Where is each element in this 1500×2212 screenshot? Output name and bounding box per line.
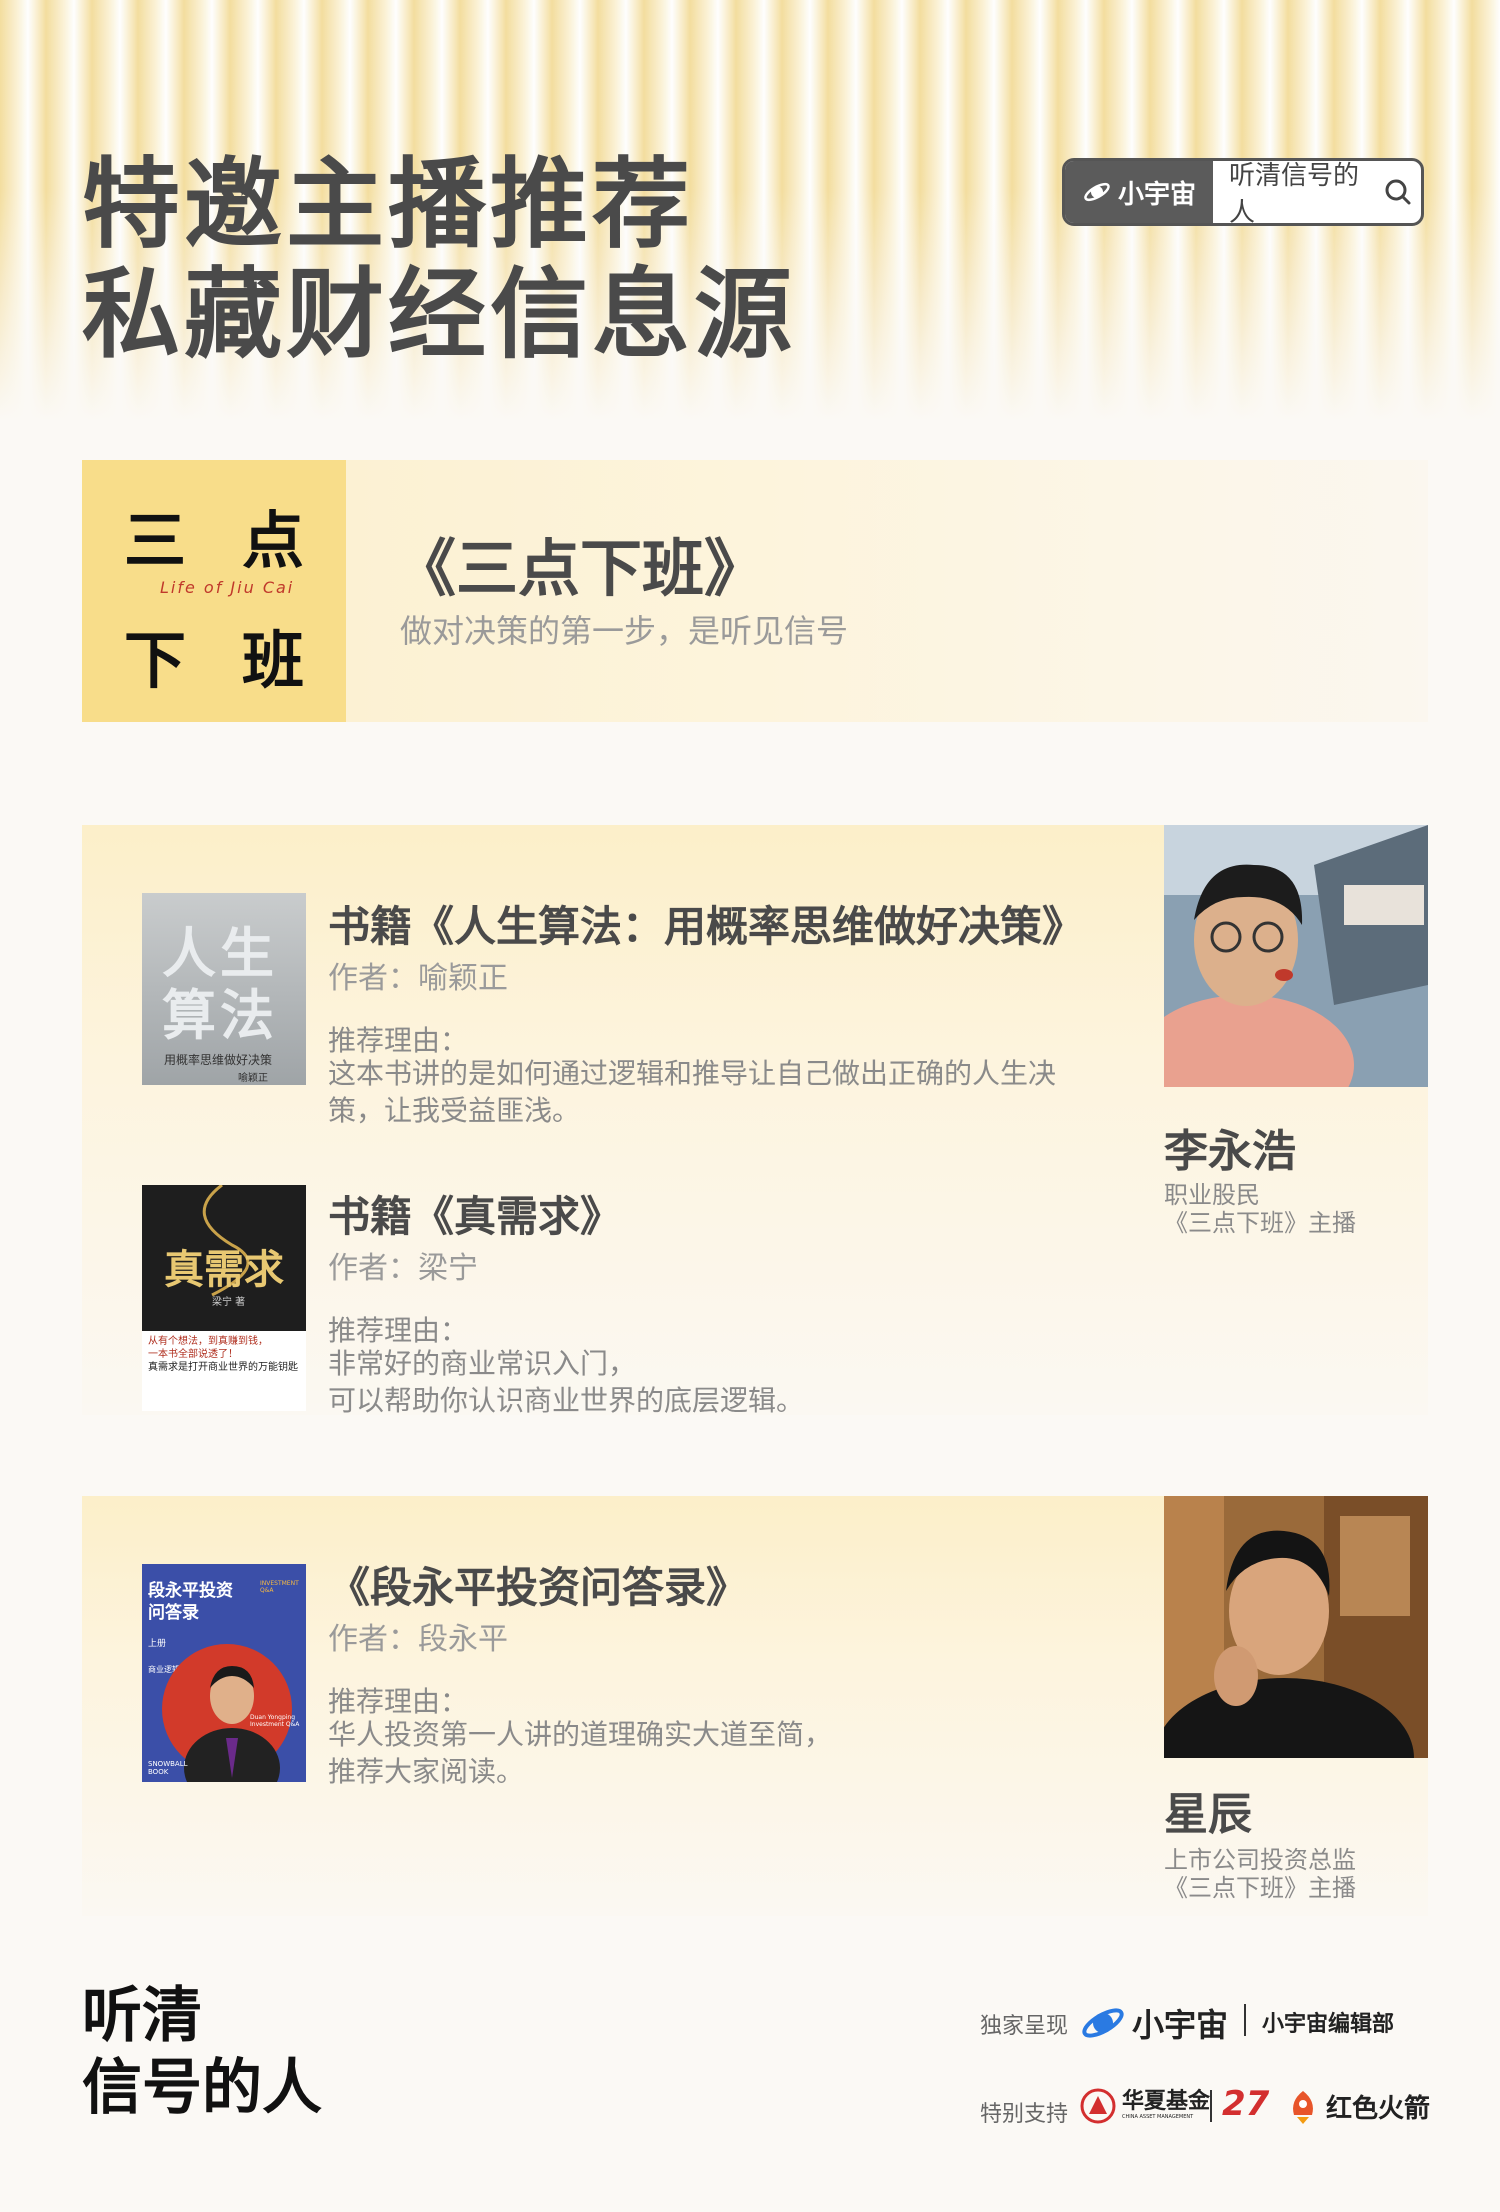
planet-icon — [1082, 2008, 1124, 2038]
search-brand: 小宇宙 — [1065, 161, 1213, 223]
exclusive-dept: 小宇宙编辑部 — [1262, 2012, 1395, 2037]
book-cover-duanyongping: 段永平投资 问答录 INVESTMENT Q&A 上册 商业逻辑篇 Duan Y… — [142, 1564, 306, 1782]
partner-hongse: 红色火箭 — [1286, 2088, 1430, 2125]
cover-blurb: 真需求是打开商业世界的万能钥匙 — [148, 1362, 298, 1373]
cover-english-title: Duan Yongping Investment Q&A — [250, 1714, 300, 1728]
host-show-role: 《三点下班》主播 — [1164, 1209, 1356, 1237]
cover-publisher: SNOWBALL BOOK — [148, 1760, 188, 1776]
footer-title: 听清 信号的人 — [82, 1980, 322, 2124]
host-card-2: 星辰 上市公司投资总监 《三点下班》主播 段永平投资 问答录 INVESTMEN… — [82, 1496, 1428, 1916]
book-author: 作者：段永平 — [328, 1622, 508, 1657]
logo-char: 班 — [242, 624, 305, 697]
book-cover-rensheng: 人生 算法 用概率思维做好决策 喻颖正 — [142, 893, 306, 1085]
footer-divider — [1210, 2090, 1212, 2122]
cover-tag: INVESTMENT Q&A — [260, 1580, 299, 1594]
partner-huaxia-en: CHINA ASSET MANAGEMENT — [1122, 2114, 1194, 2120]
podcast-search-box[interactable]: 小宇宙 听清信号的人 — [1062, 158, 1424, 226]
book-author: 作者：梁宁 — [328, 1251, 478, 1286]
host-photo — [1164, 825, 1428, 1087]
search-icon[interactable] — [1375, 178, 1421, 206]
reason-text: 这本书讲的是如何通过逻辑和推导让自己做出正确的人生决策，让我受益匪浅。 — [328, 1057, 1057, 1127]
reason-label: 推荐理由： — [328, 1314, 469, 1347]
exclusive-brand: 小宇宙 — [1080, 2000, 1228, 2046]
book-author: 作者：喻颖正 — [328, 961, 508, 996]
show-title: 《三点下班》 — [394, 532, 767, 605]
cover-volume: 上册 — [148, 1639, 167, 1649]
logo-subtitle: Life of Jiu Cai — [160, 578, 295, 597]
huaxia-logo-icon — [1080, 2088, 1116, 2124]
planet-icon — [1084, 182, 1110, 202]
headline-line-1: 特邀主播推荐 — [82, 148, 695, 262]
partner-huaxia: 华夏基金 CHINA ASSET MANAGEMENT — [1080, 2088, 1210, 2124]
cover-title: 问答录 — [148, 1603, 199, 1623]
cover-author: 喻颖正 — [238, 1073, 268, 1084]
footer-title-line-2: 信号的人 — [82, 2053, 322, 2123]
cover-title: 人生 — [162, 922, 278, 985]
footer-title-line-1: 听清 — [82, 1981, 202, 2051]
cover-title: 真需求 — [164, 1246, 284, 1293]
host-name: 李永浩 — [1164, 1126, 1296, 1177]
partner-27: 27 — [1222, 2084, 1270, 2124]
cover-blurb: 一本书全部说透了！ — [148, 1349, 238, 1360]
reason-line: 可以帮助你认识商业世界的底层逻辑。 — [328, 1384, 805, 1417]
host-name: 星辰 — [1164, 1789, 1252, 1840]
logo-char: 点 — [242, 504, 305, 577]
host-photo — [1164, 1496, 1428, 1758]
book-title: 书籍《人生算法：用概率思维做好决策》 — [328, 902, 1085, 951]
partner-huaxia-label: 华夏基金 — [1122, 2089, 1211, 2114]
reason-line: 非常好的商业常识入门， — [328, 1347, 637, 1380]
host-card-1: 李永浩 职业股民 《三点下班》主播 人生 算法 用概率思维做好决策 喻颖正 书籍… — [82, 825, 1428, 1417]
logo-char: 下 — [124, 624, 187, 697]
show-logo: 三 点 Life of Jiu Cai 下 班 — [82, 460, 346, 722]
book-cover-zhenxuqiu: 真需求 梁宁 著 从有个想法，到真赚到钱， 一本书全部说透了！ 真需求是打开商业… — [142, 1185, 306, 1411]
headline-line-2: 私藏财经信息源 — [82, 258, 797, 372]
book-title: 《段永平投资问答录》 — [328, 1563, 749, 1612]
cover-subtitle: 用概率思维做好决策 — [164, 1053, 273, 1067]
reason-label: 推荐理由： — [328, 1024, 469, 1057]
cover-title: 算法 — [162, 984, 278, 1047]
show-subtitle: 做对决策的第一步，是听见信号 — [400, 612, 849, 650]
exclusive-brand-label: 小宇宙 — [1132, 2006, 1229, 2044]
reason-text: 非常好的商业常识入门， 可以帮助你认识商业世界的底层逻辑。 — [328, 1345, 1068, 1419]
reason-line: 推荐大家阅读。 — [328, 1755, 525, 1788]
cover-title: 段永平投资 — [148, 1581, 233, 1601]
logo-char: 三 — [124, 504, 187, 577]
book-title: 书籍《真需求》 — [328, 1192, 623, 1241]
footer-divider — [1244, 2004, 1246, 2036]
search-term[interactable]: 听清信号的人 — [1213, 161, 1375, 223]
partner-hongse-label: 红色火箭 — [1326, 2094, 1431, 2124]
host-show-role: 《三点下班》主播 — [1164, 1874, 1356, 1902]
support-label: 特别支持 — [980, 2102, 1069, 2127]
cover-blurb: 从有个想法，到真赚到钱， — [148, 1336, 268, 1347]
cover-author: 梁宁 著 — [212, 1297, 246, 1308]
show-banner: 三 点 Life of Jiu Cai 下 班 《三点下班》 做对决策的第一步，… — [82, 460, 1428, 722]
reason-text: 华人投资第一人讲的道理确实大道至简， 推荐大家阅读。 — [328, 1716, 1068, 1790]
reason-line: 华人投资第一人讲的道理确实大道至简， — [328, 1718, 833, 1751]
reason-label: 推荐理由： — [328, 1685, 469, 1718]
search-brand-label: 小宇宙 — [1117, 179, 1196, 210]
exclusive-label: 独家呈现 — [980, 2014, 1069, 2039]
rocket-icon — [1293, 2090, 1313, 2124]
page-headline: 特邀主播推荐 私藏财经信息源 — [82, 150, 796, 370]
